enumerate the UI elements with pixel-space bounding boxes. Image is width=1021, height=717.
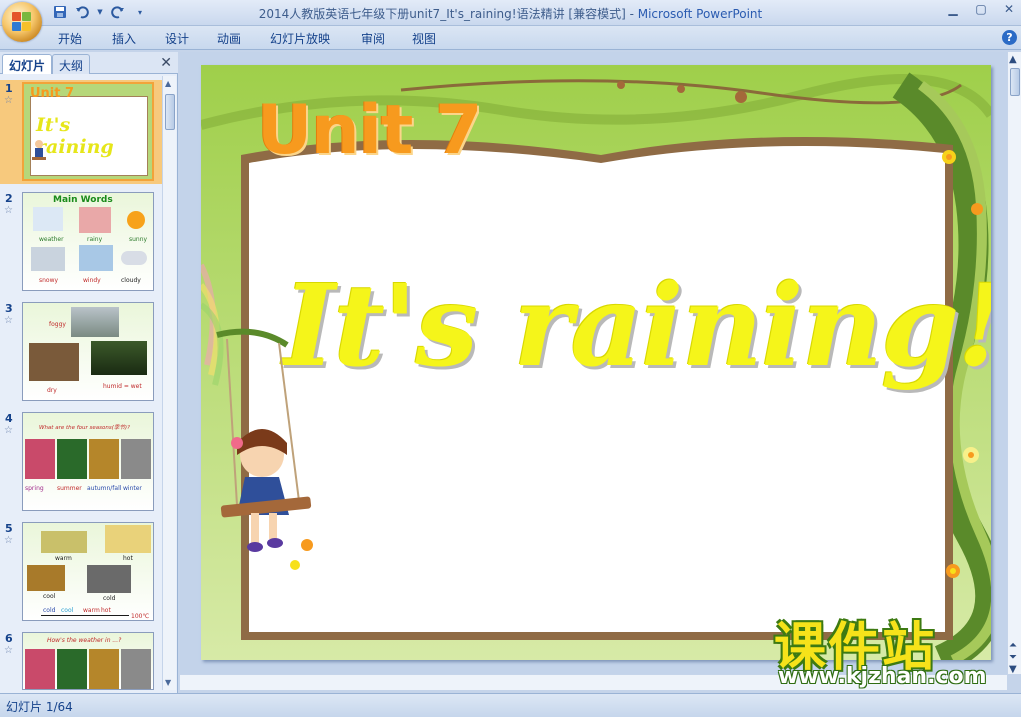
thumbnail-label: cool [61,607,74,614]
title-bar: ▼ ▾ 2014人教版英语七年级下册unit7_It's_raining!语法精… [0,0,1021,26]
previous-slide-icon[interactable]: ⏶ [1009,640,1017,651]
thumbnail-label: humid = wet [103,383,142,390]
slide-thumbnail[interactable]: How's the weather in ...? [22,632,154,690]
thumbnail-label: warm [83,607,100,614]
tab-review[interactable]: 审阅 [361,30,385,47]
help-icon[interactable]: ? [1002,30,1017,45]
scroll-up-icon[interactable]: ▲ [165,79,171,88]
current-slide[interactable]: Unit 7 It's raining! [201,65,991,660]
next-slide-icon[interactable]: ⏷ [1009,652,1017,663]
scrollbar-thumb[interactable] [165,94,175,130]
thumbnail-label: weather [39,236,64,243]
thumbnail-number: 4 [5,412,13,425]
tab-design[interactable]: 设计 [165,30,189,47]
thumbnail-label: 100℃ [131,613,150,620]
scroll-down-icon[interactable]: ▼ [165,678,171,687]
transition-star-icon: ☆ [4,425,13,436]
app-name: Microsoft PowerPoint [637,7,763,21]
flower-decorations [942,150,983,578]
thumbnail-label: cold [103,595,116,602]
thumbnail-label: spring [25,485,44,492]
slides-pane-scrollbar[interactable]: ▲ ▼ [162,76,176,690]
thumbnail-label: autumn/fall [87,485,122,492]
transition-star-icon: ☆ [4,535,13,546]
transition-star-icon: ☆ [4,95,13,106]
thumbnail-label: cold [43,607,56,614]
scrollbar-thumb[interactable] [1010,68,1020,96]
thumbnail-label: warm [55,555,72,562]
status-bar: 幻灯片 1/64 [0,693,1021,717]
thumbnail-unit-text: Unit 7 [30,86,75,101]
scroll-up-icon[interactable]: ▲ [1009,54,1017,65]
tab-animations[interactable]: 动画 [217,30,241,47]
window-controls: ▁ ▢ ✕ [945,2,1017,18]
scroll-down-icon[interactable]: ▼ [1009,664,1017,675]
thumbnail-label: summer [57,485,82,492]
close-icon[interactable]: ✕ [1001,2,1017,18]
girl-on-swing-illustration [216,328,313,570]
office-button[interactable] [2,2,42,42]
thumbnail-title-text: How's the weather in ...? [47,637,122,644]
slide-unit-title[interactable]: Unit 7 [257,91,482,170]
slide-thumbnail[interactable]: Unit 7 It's raining [22,82,154,181]
thumbnail-label: cool [43,593,56,600]
thumbnail-label: snowy [39,277,59,284]
slide-scrollbar[interactable]: ▲ ⏶ ⏷ ▼ [1007,52,1021,675]
tab-slides[interactable]: 幻灯片 [2,54,53,74]
tab-view[interactable]: 视图 [412,30,436,47]
slide-editing-area: Unit 7 It's raining! [180,52,1007,674]
slide-thumbnail[interactable]: foggy dry humid = wet [22,302,154,401]
document-title: 2014人教版英语七年级下册unit7_It's_raining!语法精讲 [兼… [258,7,626,21]
thumbnail-number: 3 [5,302,13,315]
thumbnail-title-text: It's raining [36,114,114,158]
thumbnail-label: hot [101,607,111,614]
watermark-url-text: www.kjzhan.com [778,664,987,689]
slide-thumbnail[interactable]: What are the four seasons(季节)? spring su… [22,412,154,511]
thumbnail-number: 1 [5,82,13,95]
maximize-icon[interactable]: ▢ [973,2,989,18]
pane-tabs: 幻灯片 大纲 ✕ [0,52,178,74]
ribbon-tabs: 开始 插入 设计 动画 幻灯片放映 审阅 视图 ? [0,26,1021,50]
slide-main-title[interactable]: It's raining! [283,261,991,392]
transition-star-icon: ☆ [4,205,13,216]
thumbnail-label: sunny [129,236,148,243]
thumbnail-number: 2 [5,192,13,205]
kjzhan-watermark: 课件站 www.kjzhan.com [774,620,1002,692]
office-logo-icon [12,12,32,32]
tab-slideshow[interactable]: 幻灯片放映 [270,30,330,47]
thumbnail-number: 5 [5,522,13,535]
window-title: 2014人教版英语七年级下册unit7_It's_raining!语法精讲 [兼… [0,5,1021,22]
slides-pane: 幻灯片 大纲 ✕ 1 ☆ Unit 7 It's raining 2 ☆ Mai… [0,52,178,693]
thumbnail-label: dry [47,387,57,394]
transition-star-icon: ☆ [4,315,13,326]
thumbnail-title-text: What are the four seasons(季节)? [39,425,130,431]
minimize-icon[interactable]: ▁ [945,2,961,18]
tab-insert[interactable]: 插入 [112,30,136,47]
transition-star-icon: ☆ [4,645,13,656]
thumbnail-label: winter [123,485,142,492]
thumbnail-title-text: Main Words [53,195,113,205]
thumbnail-number: 6 [5,632,13,645]
thumbnail-label: foggy [49,321,66,328]
slide-thumbnail[interactable]: Main Words weather rainy sunny snowy win… [22,192,154,291]
tab-outline[interactable]: 大纲 [52,54,91,74]
tab-home[interactable]: 开始 [58,30,82,47]
thumbnail-label: rainy [87,236,103,243]
thumbnail-label: hot [123,555,133,562]
thumbnail-label: windy [83,277,101,284]
girl-swing-illustration [32,140,46,160]
thumbnail-label: cloudy [121,277,141,284]
pane-close-icon[interactable]: ✕ [160,55,172,71]
slide-thumbnail[interactable]: warm hot cool cold cold cool warm hot 10… [22,522,154,621]
title-separator: - [625,7,638,21]
slide-counter: 幻灯片 1/64 [6,700,73,714]
